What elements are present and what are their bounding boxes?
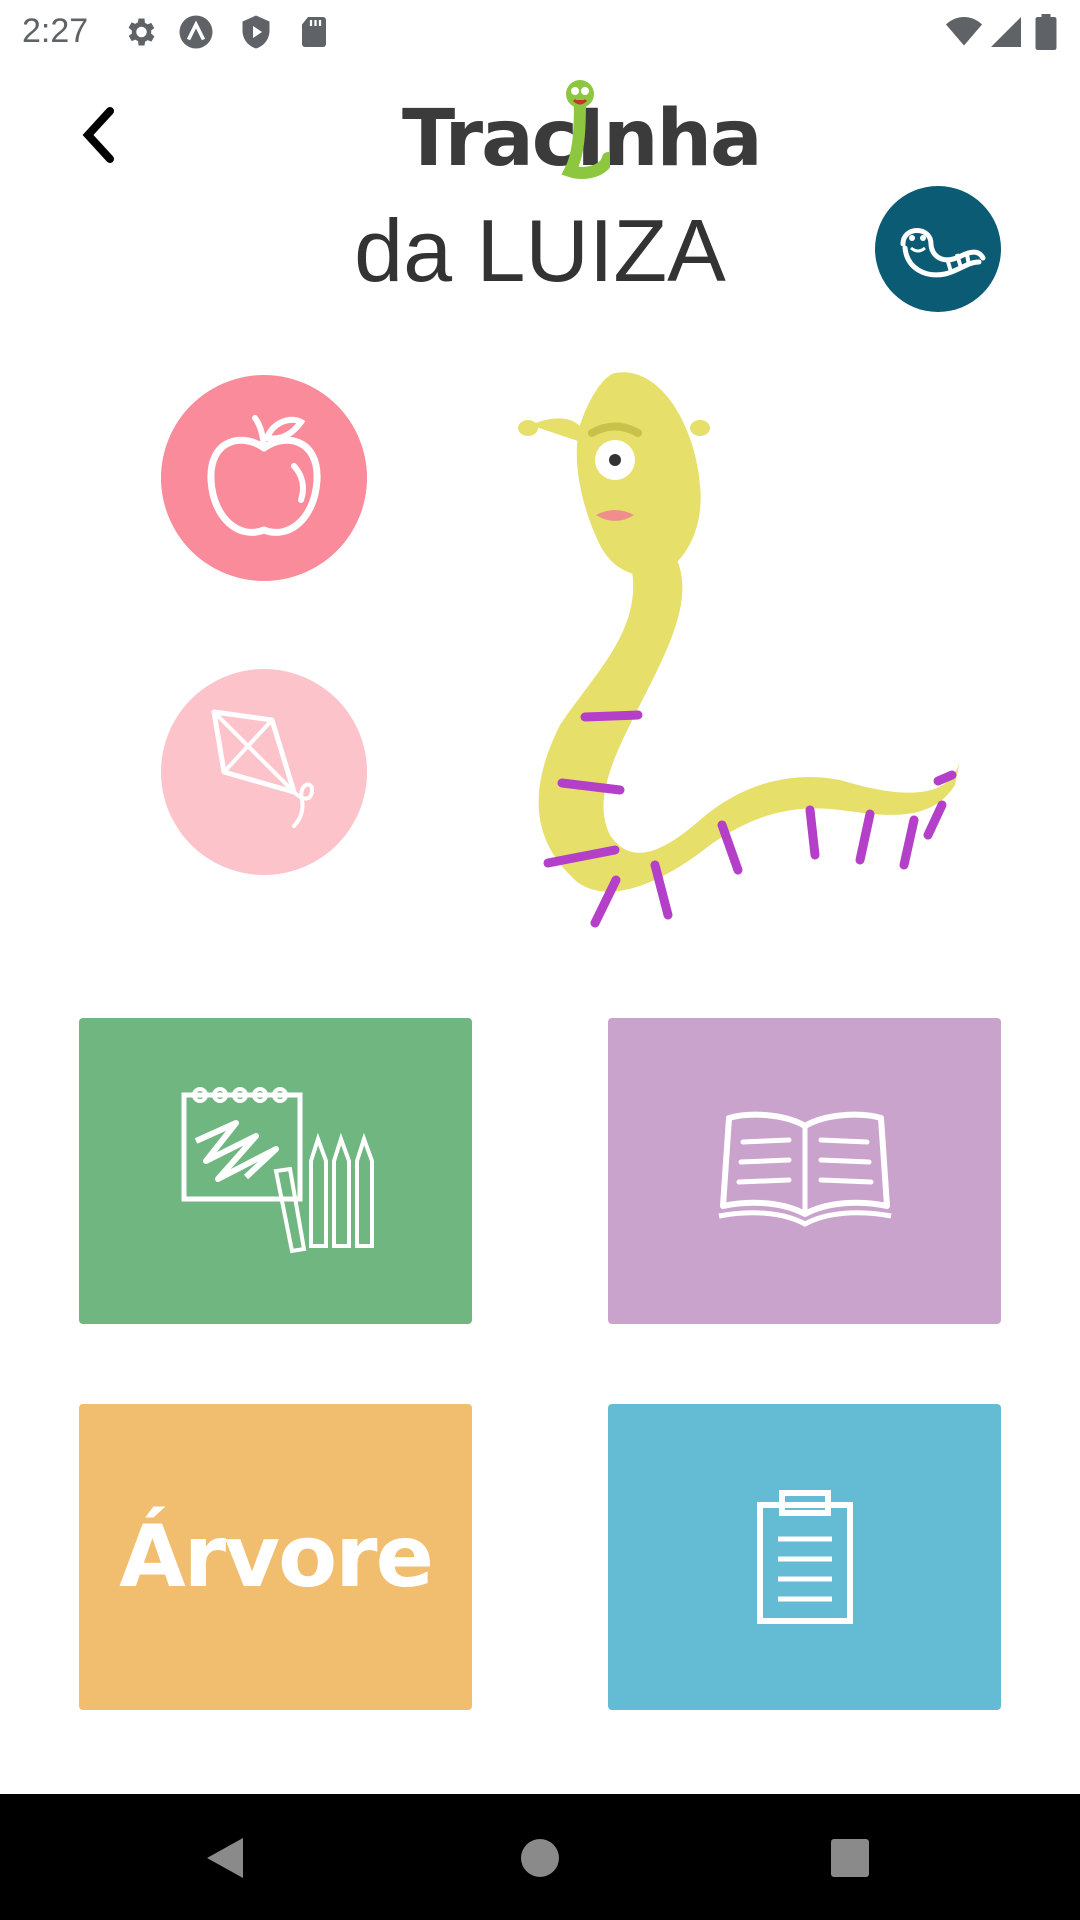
shield-play-icon xyxy=(238,14,274,50)
worm-mascot-illustration xyxy=(518,372,960,928)
sd-card-icon xyxy=(296,14,332,50)
reading-tile[interactable] xyxy=(608,1018,1001,1324)
tree-tile[interactable]: Árvore xyxy=(79,1404,472,1710)
page-title-text: da LUIZA xyxy=(354,201,726,300)
worm-face-icon xyxy=(900,228,986,278)
clipboard-icon xyxy=(756,1490,853,1624)
apple-icon xyxy=(207,415,321,536)
app-logo: TracInha xyxy=(398,76,763,186)
nav-home-button[interactable] xyxy=(510,1828,570,1888)
open-book-icon xyxy=(718,1111,891,1227)
square-recents-icon xyxy=(831,1839,869,1877)
apple-activity-button[interactable] xyxy=(161,375,367,581)
circle-home-icon xyxy=(521,1839,559,1877)
wifi-icon xyxy=(944,14,984,50)
status-time: 2:27 xyxy=(22,12,89,50)
app-a-icon xyxy=(178,14,214,50)
profile-avatar-button[interactable] xyxy=(875,186,1001,312)
battery-icon xyxy=(1034,14,1060,50)
logo-worm-icon xyxy=(561,80,610,179)
kite-activity-button[interactable] xyxy=(161,669,367,875)
drawing-pencils-icon xyxy=(181,1087,374,1254)
nav-recents-button[interactable] xyxy=(820,1828,880,1888)
chevron-left-icon xyxy=(82,107,114,163)
back-button[interactable] xyxy=(70,95,130,175)
drawing-tile[interactable] xyxy=(79,1018,472,1324)
tree-tile-label: Árvore xyxy=(119,1507,434,1607)
triangle-back-icon xyxy=(207,1838,243,1878)
signal-icon xyxy=(988,14,1024,50)
settings-icon xyxy=(122,14,158,50)
status-bar xyxy=(0,0,1080,63)
nav-back-button[interactable] xyxy=(195,1828,255,1888)
clipboard-tile[interactable] xyxy=(608,1404,1001,1710)
kite-icon xyxy=(211,709,315,828)
